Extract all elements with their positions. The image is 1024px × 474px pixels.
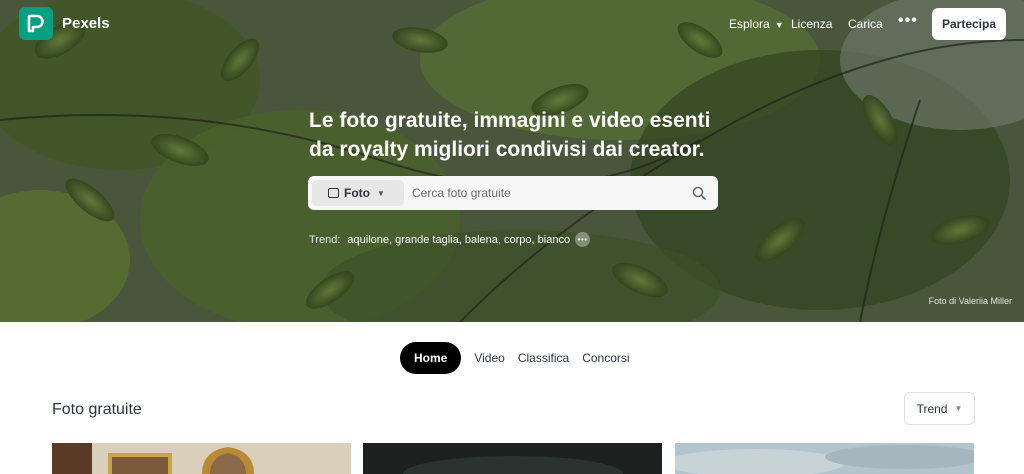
trend-label: Trend: <box>309 233 341 246</box>
trend-tag[interactable]: grande taglia <box>395 234 459 246</box>
nav-explore[interactable]: Esplora ▼ <box>729 17 784 31</box>
search-type-dropdown[interactable]: Foto ▼ <box>312 180 404 206</box>
tab-home[interactable]: Home <box>400 342 462 374</box>
chevron-down-icon: ▼ <box>774 20 784 30</box>
nav-explore-label: Esplora <box>729 17 770 31</box>
trend-tag[interactable]: bianco <box>538 234 570 246</box>
search-input[interactable] <box>412 184 682 202</box>
photo-card[interactable] <box>675 443 974 474</box>
trend-tag[interactable]: corpo <box>504 234 532 246</box>
trend-tag[interactable]: aquilone <box>347 234 389 246</box>
nav-upload[interactable]: Carica <box>848 17 883 31</box>
image-icon <box>328 188 339 198</box>
tab-leaderboard[interactable]: Classifica <box>518 351 569 365</box>
hero-title: Le foto gratuite, immagini e video esent… <box>309 109 711 161</box>
photo-card[interactable] <box>52 443 351 474</box>
tab-video[interactable]: Video <box>474 351 504 365</box>
photo-thumbnail <box>675 443 974 474</box>
more-trends-icon[interactable]: ••• <box>575 232 591 247</box>
pexels-logo-icon[interactable] <box>19 7 53 40</box>
section-title: Foto gratuite <box>52 401 142 418</box>
more-options-icon[interactable]: ••• <box>898 12 918 30</box>
hero-banner: Pexels Esplora ▼ Licenza Carica ••• Parte… <box>0 0 1024 322</box>
photo-thumbnail <box>52 443 351 474</box>
top-navigation: Pexels Esplora ▼ Licenza Carica ••• Parte… <box>0 0 1024 48</box>
content-tabs: Home Video Classifica Concorsi <box>400 342 643 374</box>
chevron-down-icon: ▼ <box>954 404 963 413</box>
tab-challenges[interactable]: Concorsi <box>582 351 629 365</box>
join-button[interactable]: Partecipa <box>932 8 1006 40</box>
photo-card[interactable] <box>363 443 662 474</box>
search-bar: Foto ▼ <box>308 176 718 210</box>
search-icon[interactable] <box>692 186 706 200</box>
trend-tag[interactable]: balena <box>465 234 498 246</box>
sort-dropdown[interactable]: Trend ▼ <box>904 392 975 425</box>
search-type-label: Foto <box>344 186 370 200</box>
sort-label: Trend <box>916 401 948 416</box>
chevron-down-icon: ▼ <box>377 188 385 198</box>
trending-searches: Trend: aquilone, grande taglia, balena, … <box>309 232 591 247</box>
photo-thumbnail <box>363 443 662 474</box>
photo-credit[interactable]: Foto di Valeriia Miller <box>929 296 1012 306</box>
brand-name[interactable]: Pexels <box>62 15 110 32</box>
nav-license[interactable]: Licenza <box>791 17 832 31</box>
